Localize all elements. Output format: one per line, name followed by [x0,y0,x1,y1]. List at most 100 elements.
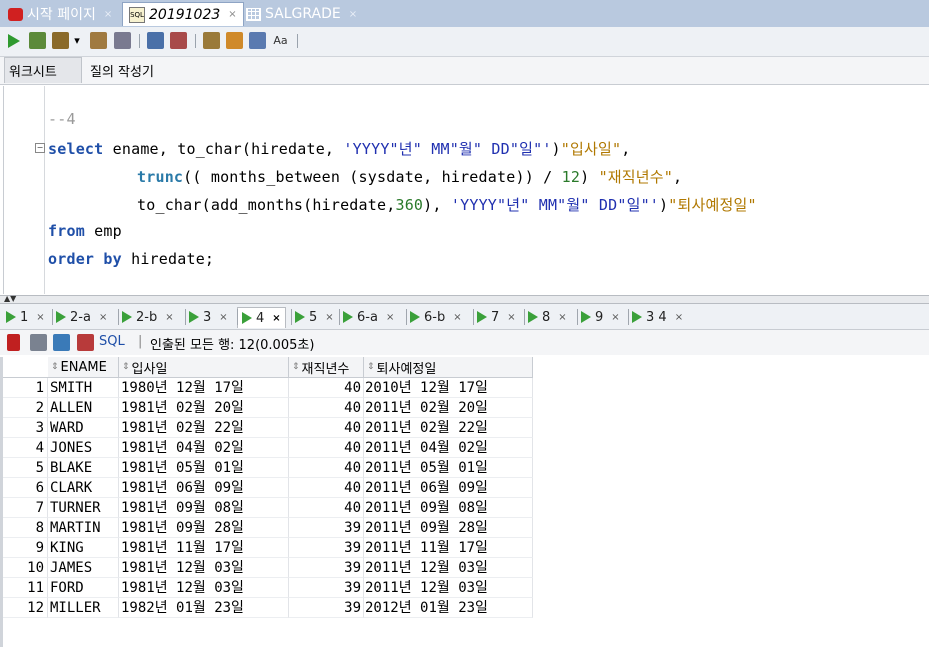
cell-years[interactable]: 40 [289,378,364,398]
result-tab-5[interactable]: 5 × [295,307,334,327]
close-icon[interactable]: × [272,313,280,324]
cell-retire-date[interactable]: 2011년 09월 28일 [364,518,533,538]
table-row[interactable]: 8 MARTIN 1981년 09월 28일 39 2011년 09월 28일 [3,518,533,538]
cancel-query-icon[interactable] [77,334,94,351]
cell-retire-date[interactable]: 2011년 11월 17일 [364,538,533,558]
sql-link[interactable]: SQL [99,334,125,349]
tab-start-page[interactable]: 시작 페이지 × [2,2,118,26]
result-tab-0[interactable]: 1 × [6,307,45,327]
cell-hiredate[interactable]: 1982년 01월 23일 [119,598,289,618]
cell-retire-date[interactable]: 2012년 01월 23일 [364,598,533,618]
cell-retire-date[interactable]: 2011년 06월 09일 [364,478,533,498]
commit-icon[interactable] [147,32,164,49]
cell-retire-date[interactable]: 2011년 05월 01일 [364,458,533,478]
cell-retire-date[interactable]: 2011년 04월 02일 [364,438,533,458]
table-row[interactable]: 1 SMITH 1980년 12월 17일 40 2010년 12월 17일 [3,378,533,398]
close-icon[interactable]: × [453,312,461,323]
table-row[interactable]: 4 JONES 1981년 04월 02일 40 2011년 04월 02일 [3,438,533,458]
table-row[interactable]: 7 TURNER 1981년 09월 08일 40 2011년 09월 08일 [3,498,533,518]
cell-ename[interactable]: ALLEN [48,398,119,418]
cell-ename[interactable]: JONES [48,438,119,458]
cell-ename[interactable]: MILLER [48,598,119,618]
result-tab-7[interactable]: 6-b × [410,307,462,327]
result-tab-10[interactable]: 9 × [581,307,620,327]
cell-hiredate[interactable]: 1980년 12월 17일 [119,378,289,398]
autotrace-icon[interactable] [52,32,69,49]
pin-icon[interactable] [7,334,20,351]
close-icon[interactable]: × [349,9,357,20]
close-icon[interactable]: × [36,312,44,323]
close-icon[interactable]: × [104,9,112,20]
table-row[interactable]: 11 FORD 1981년 12월 03일 39 2011년 12월 03일 [3,578,533,598]
cell-hiredate[interactable]: 1981년 04월 02일 [119,438,289,458]
cell-ename[interactable]: KING [48,538,119,558]
result-tab-6[interactable]: 6-a × [343,307,394,327]
close-icon[interactable]: × [386,312,394,323]
cell-ename[interactable]: WARD [48,418,119,438]
result-tab-8[interactable]: 7 × [477,307,516,327]
table-row[interactable]: 12 MILLER 1982년 01월 23일 39 2012년 01월 23일 [3,598,533,618]
sql-tuning-icon[interactable] [114,32,131,49]
cell-years[interactable]: 39 [289,558,364,578]
cell-hiredate[interactable]: 1981년 12월 03일 [119,558,289,578]
cell-ename[interactable]: MARTIN [48,518,119,538]
tab-worksheet-20191023[interactable]: SQL 20191023 × [122,2,244,26]
result-tab-4[interactable]: 4 × [237,307,286,328]
close-icon[interactable]: × [325,312,333,323]
close-icon[interactable]: × [675,312,683,323]
table-row[interactable]: 5 BLAKE 1981년 05월 01일 40 2011년 05월 01일 [3,458,533,478]
clear-eraser-icon[interactable] [226,32,243,49]
case-toggle-icon[interactable]: Aa [272,32,289,49]
sql-history-icon[interactable] [249,32,266,49]
close-icon[interactable]: × [558,312,566,323]
result-tab-2[interactable]: 2-b × [122,307,174,327]
tab-query-builder[interactable]: 질의 작성기 [90,61,154,80]
cell-years[interactable]: 39 [289,518,364,538]
cell-hiredate[interactable]: 1981년 09월 08일 [119,498,289,518]
table-row[interactable]: 6 CLARK 1981년 06월 09일 40 2011년 06월 09일 [3,478,533,498]
cell-ename[interactable]: JAMES [48,558,119,578]
table-row[interactable]: 9 KING 1981년 11월 17일 39 2011년 11월 17일 [3,538,533,558]
pane-splitter[interactable] [0,295,929,304]
cell-years[interactable]: 40 [289,438,364,458]
cell-retire-date[interactable]: 2011년 12월 03일 [364,578,533,598]
rollback-icon[interactable] [170,32,187,49]
run-script-icon[interactable] [29,32,46,49]
cell-years[interactable]: 39 [289,598,364,618]
cell-ename[interactable]: TURNER [48,498,119,518]
cell-hiredate[interactable]: 1981년 02월 20일 [119,398,289,418]
cell-years[interactable]: 40 [289,458,364,478]
cell-hiredate[interactable]: 1981년 11월 17일 [119,538,289,558]
splitter-arrows-icon[interactable]: ▲▼ [4,294,16,303]
cell-hiredate[interactable]: 1981년 06월 09일 [119,478,289,498]
cell-hiredate[interactable]: 1981년 02월 22일 [119,418,289,438]
cell-years[interactable]: 40 [289,418,364,438]
table-row[interactable]: 10 JAMES 1981년 12월 03일 39 2011년 12월 03일 [3,558,533,578]
table-row[interactable]: 2 ALLEN 1981년 02월 20일 40 2011년 02월 20일 [3,398,533,418]
cell-hiredate[interactable]: 1981년 05월 01일 [119,458,289,478]
cell-years[interactable]: 40 [289,498,364,518]
cell-ename[interactable]: CLARK [48,478,119,498]
cell-retire-date[interactable]: 2010년 12월 17일 [364,378,533,398]
close-icon[interactable]: × [165,312,173,323]
column-header-hiredate[interactable]: ⇕ 입사일 [119,357,289,378]
result-tab-11[interactable]: 3 4 × [632,307,683,327]
cell-retire-date[interactable]: 2011년 12월 03일 [364,558,533,578]
result-tab-9[interactable]: 8 × [528,307,567,327]
cell-ename[interactable]: BLAKE [48,458,119,478]
print-icon[interactable] [30,334,47,351]
column-header-years[interactable]: ⇕ 재직년수 [289,357,364,378]
cell-hiredate[interactable]: 1981년 12월 03일 [119,578,289,598]
unshared-sql-icon[interactable] [203,32,220,49]
close-icon[interactable]: × [99,312,107,323]
cell-years[interactable]: 40 [289,398,364,418]
close-icon[interactable]: × [611,312,619,323]
cell-hiredate[interactable]: 1981년 09월 28일 [119,518,289,538]
cell-ename[interactable]: SMITH [48,378,119,398]
run-statement-icon[interactable] [5,32,22,49]
close-icon[interactable]: × [507,312,515,323]
result-tab-1[interactable]: 2-a × [56,307,107,327]
tab-salgrade[interactable]: SALGRADE × [240,2,363,26]
cell-years[interactable]: 40 [289,478,364,498]
table-row[interactable]: 3 WARD 1981년 02월 22일 40 2011년 02월 22일 [3,418,533,438]
